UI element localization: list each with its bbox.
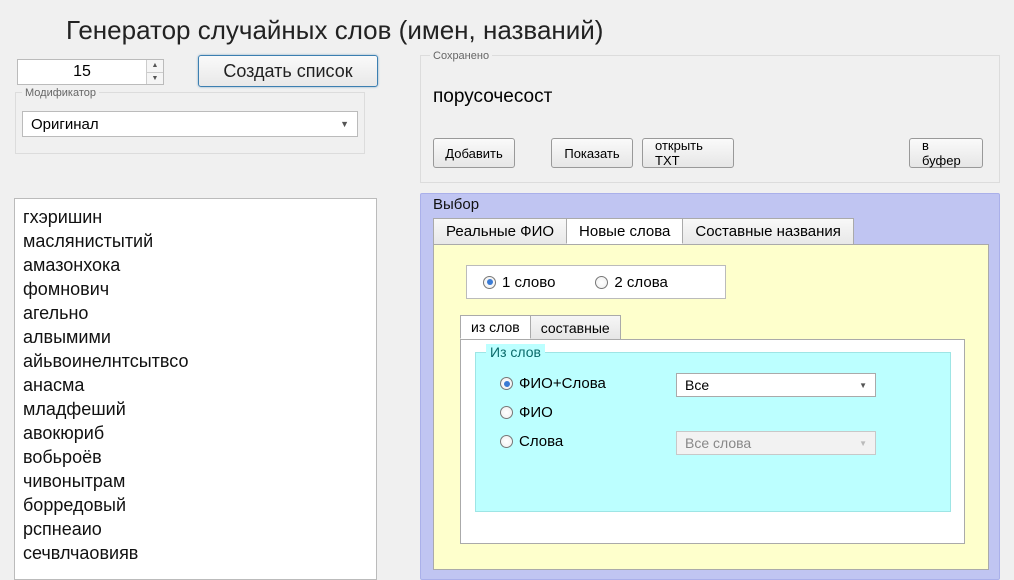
list-item[interactable]: вобьроёв bbox=[23, 445, 368, 469]
count-spinner[interactable]: ▲ ▼ bbox=[146, 60, 163, 84]
tab-new-words-body: 1 слово 2 слова из словсоставные Из слов… bbox=[433, 244, 989, 570]
list-item[interactable]: айьвоинелнтсытвсо bbox=[23, 349, 368, 373]
list-item[interactable]: анасма bbox=[23, 373, 368, 397]
saved-legend: Сохранено bbox=[430, 50, 492, 62]
from-words-legend: Из слов bbox=[486, 344, 545, 360]
list-item[interactable]: младфеший bbox=[23, 397, 368, 421]
inner-tabs: из словсоставные bbox=[460, 315, 965, 339]
tab-1[interactable]: Новые слова bbox=[566, 218, 683, 244]
saved-fieldset: Сохранено порусочесост Добавить Показать… bbox=[420, 55, 1000, 183]
list-item[interactable]: чивонытрам bbox=[23, 469, 368, 493]
list-item[interactable]: сечвлчаовияв bbox=[23, 541, 368, 565]
inner-tab-0[interactable]: из слов bbox=[460, 315, 531, 339]
from-words-radio-2[interactable]: Слова bbox=[500, 433, 606, 450]
category-select-1-value: Все bbox=[685, 377, 709, 393]
list-item[interactable]: рспнеаио bbox=[23, 517, 368, 541]
selection-tabs: Реальные ФИОНовые словаСоставные названи… bbox=[433, 218, 989, 244]
radio-label: ФИО bbox=[519, 404, 553, 421]
modifier-legend: Модификатор bbox=[22, 87, 99, 99]
wordcount-group: 1 слово 2 слова bbox=[466, 265, 726, 299]
category-select-2-value: Все слова bbox=[685, 435, 751, 451]
add-button[interactable]: Добавить bbox=[433, 138, 515, 168]
list-item[interactable]: агельно bbox=[23, 301, 368, 325]
open-txt-button[interactable]: открыть TXT bbox=[642, 138, 734, 168]
spinner-down-icon[interactable]: ▼ bbox=[147, 73, 163, 85]
selection-panel: Выбор Реальные ФИОНовые словаСоставные н… bbox=[420, 193, 1000, 580]
chevron-down-icon: ▼ bbox=[859, 381, 867, 390]
radio-icon bbox=[500, 377, 513, 390]
from-words-fieldset: Из слов ФИО+СловаФИОСлова Все ▼ Все слов… bbox=[475, 352, 951, 512]
tab-0[interactable]: Реальные ФИО bbox=[433, 218, 567, 244]
count-value: 15 bbox=[18, 60, 146, 84]
radio-label: 2 слова bbox=[614, 274, 667, 291]
radio-label: ФИО+Слова bbox=[519, 375, 606, 392]
list-item[interactable]: алвымими bbox=[23, 325, 368, 349]
from-words-radios: ФИО+Слова ФИО Слова bbox=[500, 375, 606, 450]
list-item[interactable]: фомнович bbox=[23, 277, 368, 301]
create-list-button[interactable]: Создать список bbox=[198, 55, 378, 87]
chevron-down-icon: ▼ bbox=[340, 119, 349, 129]
selection-legend: Выбор bbox=[433, 196, 479, 213]
list-item[interactable]: гхэришин bbox=[23, 205, 368, 229]
modifier-value: Оригинал bbox=[31, 116, 99, 133]
radio-1-word[interactable]: 1 слово bbox=[483, 274, 555, 291]
saved-word: порусочесост bbox=[433, 86, 552, 108]
list-item[interactable]: борредовый bbox=[23, 493, 368, 517]
from-words-radio-0[interactable]: ФИО+Слова bbox=[500, 375, 606, 392]
category-select-1[interactable]: Все ▼ bbox=[676, 373, 876, 397]
category-select-2: Все слова ▼ bbox=[676, 431, 876, 455]
tab-2[interactable]: Составные названия bbox=[682, 218, 854, 244]
chevron-down-icon: ▼ bbox=[859, 439, 867, 448]
radio-icon bbox=[483, 276, 496, 289]
radio-icon bbox=[595, 276, 608, 289]
count-input[interactable]: 15 ▲ ▼ bbox=[17, 59, 164, 85]
modifier-fieldset: Модификатор Оригинал ▼ bbox=[15, 92, 365, 154]
inner-tab-body: Из слов ФИО+Слова ФИО Слова Все ▼ Все слов… bbox=[460, 339, 965, 544]
radio-icon bbox=[500, 435, 513, 448]
list-item[interactable]: маслянистытий bbox=[23, 229, 368, 253]
radio-icon bbox=[500, 406, 513, 419]
modifier-select[interactable]: Оригинал ▼ bbox=[22, 111, 358, 137]
page-title: Генератор случайных слов (имен, названий… bbox=[66, 15, 603, 46]
list-item[interactable]: амазонхока bbox=[23, 253, 368, 277]
show-button[interactable]: Показать bbox=[551, 138, 633, 168]
spinner-up-icon[interactable]: ▲ bbox=[147, 60, 163, 73]
to-buffer-button[interactable]: в буфер bbox=[909, 138, 983, 168]
from-words-radio-1[interactable]: ФИО bbox=[500, 404, 606, 421]
inner-tab-1[interactable]: составные bbox=[530, 315, 621, 339]
radio-label: 1 слово bbox=[502, 274, 555, 291]
generated-words-list[interactable]: гхэришинмаслянистытийамазонхокафомновича… bbox=[14, 198, 377, 580]
radio-2-words[interactable]: 2 слова bbox=[595, 274, 667, 291]
list-item[interactable]: авокюриб bbox=[23, 421, 368, 445]
radio-label: Слова bbox=[519, 433, 563, 450]
